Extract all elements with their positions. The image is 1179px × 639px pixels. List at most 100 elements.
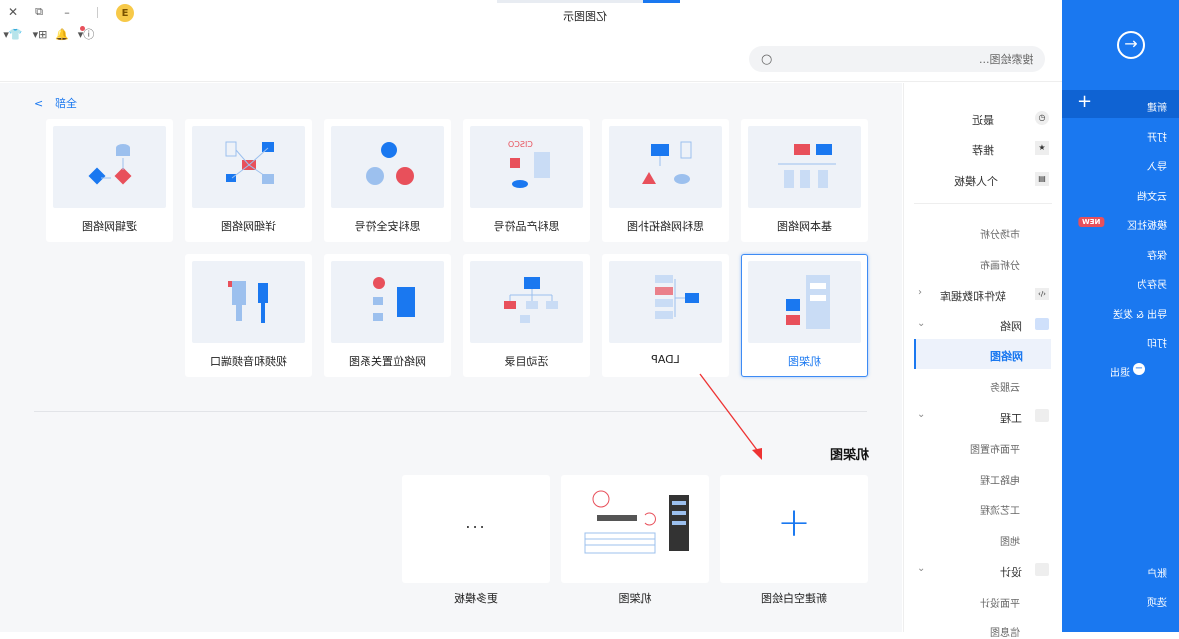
more-templates-label: 更多模板 [454, 592, 498, 605]
breadcrumb-label[interactable]: 全部 [55, 95, 77, 111]
thumbnail [470, 261, 583, 343]
template-card-detailed-network[interactable]: 详细网络图 [185, 119, 312, 242]
new-blank-label: 新建空白绘图 [761, 592, 827, 605]
more-templates-card[interactable]: ... [402, 475, 550, 583]
menu-new[interactable]: 新建 [1147, 99, 1167, 114]
menu-exit[interactable]: 退出 [1110, 364, 1130, 379]
search-input[interactable]: ○ 搜索绘图... [749, 46, 1045, 72]
cisco-logo: CISCO [508, 140, 533, 149]
category-cloud-service[interactable]: 云服务 [990, 379, 1020, 394]
category-circuit[interactable]: 电路工程 [980, 472, 1020, 487]
menu-account[interactable]: 账户 [1147, 565, 1167, 580]
category-engineering[interactable]: 工程 [1000, 410, 1022, 426]
app-title: 亿图图示 [563, 10, 607, 23]
divider [914, 203, 1052, 204]
template-card-active-directory[interactable]: 活动目录 [463, 254, 590, 377]
new-badge: NEW [1078, 217, 1105, 227]
card-label: 思科安全符号 [354, 220, 421, 233]
category-software-db[interactable]: 软件和数据库 [940, 288, 1006, 304]
category-floor-plan[interactable]: 平面布置图 [970, 441, 1020, 456]
category-market-analysis[interactable]: 市场分析 [980, 226, 1020, 241]
template-gallery: < 全部 基本网络图 思科网络拓扑图 CISCO 思科产品符号 思科安全符号 详… [0, 83, 902, 632]
card-label: 网络位置关系图 [349, 355, 426, 368]
menu-import[interactable]: 导入 [1147, 158, 1167, 173]
clock-icon: ◷ [1035, 111, 1049, 125]
menu-save-as[interactable]: 另存为 [1137, 276, 1167, 291]
card-label: 详细网络图 [221, 220, 276, 233]
thumbnail [53, 126, 166, 208]
recommend-item[interactable]: 推荐 [972, 142, 994, 158]
apps-icon[interactable]: ▾⊞ [29, 27, 51, 41]
minimize-icon[interactable]: – [60, 5, 74, 19]
rack-icon [786, 275, 830, 329]
menu-print[interactable]: 打印 [1147, 335, 1167, 350]
personal-template-item[interactable]: 个人模板 [954, 173, 998, 189]
bell-icon[interactable]: 🔔 [55, 27, 69, 41]
search-icon[interactable]: ○ [761, 52, 772, 67]
av-ports-icon [228, 281, 268, 323]
thumbnail [748, 126, 861, 208]
plus-icon: + [1077, 91, 1093, 112]
more-icon: ... [465, 513, 487, 532]
category-process-flow[interactable]: 工艺流程 [980, 502, 1020, 517]
chevron-down-icon[interactable]: ⌄ [917, 563, 925, 574]
menu-open[interactable]: 打开 [1147, 129, 1167, 144]
chevron-down-icon[interactable]: ⌄ [917, 318, 925, 329]
category-analysis-canvas[interactable]: 分析画布 [980, 257, 1020, 272]
rack-template-thumbnail [584, 490, 689, 554]
back-icon[interactable]: < [34, 97, 43, 110]
design-icon [1035, 563, 1049, 576]
recent-item[interactable]: 最近 [972, 112, 994, 128]
eco-badge-icon[interactable]: E [116, 4, 134, 22]
network-icon [1035, 318, 1049, 330]
code-icon: ‹/› [1035, 288, 1049, 300]
thumbnail [331, 261, 444, 343]
category-network-diagram[interactable]: 网络图 [990, 348, 1023, 364]
menu-save[interactable]: 保存 [1147, 247, 1167, 262]
category-network-diagram-active[interactable] [914, 339, 1051, 369]
backstage-sidebar: → + 新建 打开 导入 云文档 NEW 模板社区 保存 另存为 导出 & 发送… [1062, 0, 1179, 632]
card-label: LDAP [651, 353, 680, 366]
star-icon: ★ [1035, 141, 1049, 155]
logical-network-icon [88, 144, 132, 185]
close-icon[interactable]: ✕ [6, 5, 20, 19]
chevron-down-icon[interactable]: ⌄ [917, 409, 925, 420]
breadcrumb[interactable]: < 全部 [34, 95, 77, 111]
template-card-av-ports[interactable]: 视频和音频端口 [185, 254, 312, 377]
menu-export[interactable]: 导出 & 发送 [1113, 306, 1167, 321]
ldap-icon [655, 275, 699, 319]
menu-options[interactable]: 选项 [1147, 594, 1167, 609]
rack-template-label: 机架图 [618, 592, 652, 605]
category-graphic-design[interactable]: 平面设计 [980, 595, 1020, 610]
restore-icon[interactable]: ⧉ [32, 5, 46, 19]
template-card-ldap[interactable]: LDAP [602, 254, 729, 377]
template-card-cisco-security[interactable]: 思科安全符号 [324, 119, 451, 242]
menu-cloud[interactable]: 云文档 [1137, 188, 1167, 203]
title-bar: 亿图图示 ✕ ⧉ – E ▾👕 ▾⊞ 🔔 ▾ⓘ ○ 搜索绘图... [0, 0, 1062, 82]
category-network[interactable]: 网络 [1000, 318, 1022, 334]
new-blank-drawing-card[interactable]: + [720, 475, 868, 583]
cisco-topology-icon [642, 141, 692, 184]
engineering-icon [1035, 409, 1049, 422]
template-card-network-location[interactable]: 网络位置关系图 [324, 254, 451, 377]
cisco-products-icon [510, 152, 550, 188]
thumbnail [331, 126, 444, 208]
shirt-icon[interactable]: ▾👕 [2, 27, 24, 41]
help-icon[interactable]: ▾ⓘ [74, 27, 98, 41]
template-card-cisco-topology[interactable]: 思科网络拓扑图 [602, 119, 729, 242]
template-card-basic-network[interactable]: 基本网络图 [741, 119, 868, 242]
divider [97, 7, 98, 18]
menu-community[interactable]: 模板社区 [1127, 217, 1167, 232]
category-map[interactable]: 地图 [1000, 533, 1020, 548]
category-design[interactable]: 设计 [1000, 564, 1022, 580]
active-directory-icon [504, 277, 558, 323]
template-card-logical-network[interactable]: 逻辑网络图 [46, 119, 173, 242]
chevron-right-icon[interactable]: › [918, 287, 922, 298]
card-label: 视频和音频端口 [210, 355, 287, 368]
template-card-cisco-products[interactable]: CISCO 思科产品符号 [463, 119, 590, 242]
back-arrow-icon[interactable]: → [1117, 31, 1145, 59]
rack-template-card[interactable] [561, 475, 709, 583]
thumbnail [748, 261, 861, 343]
cisco-security-icon [366, 142, 414, 185]
template-card-rack-diagram[interactable]: 机架图 [741, 254, 868, 377]
